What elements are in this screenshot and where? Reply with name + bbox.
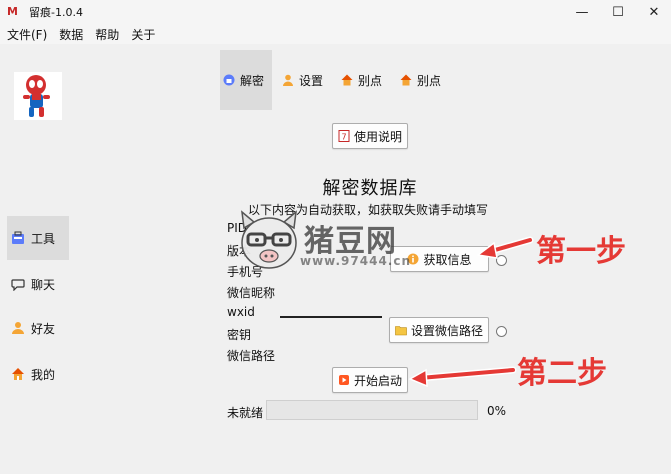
tab-decrypt[interactable]: 解密 [220, 50, 273, 110]
sidebar-item-friends[interactable]: 好友 [7, 306, 69, 350]
field-label-nickname: 微信昵称 [227, 286, 276, 300]
app-logo-icon: M [7, 5, 18, 18]
play-icon [338, 375, 349, 385]
watermark-url: www.97444.cn [300, 254, 412, 268]
close-button[interactable]: ✕ [637, 0, 671, 24]
tab-label: 别点 [358, 73, 383, 88]
folder-icon [395, 326, 407, 336]
watermark: 猪豆网 www.97444.cn [236, 208, 436, 278]
window-title: 留痕-1.0.4 [29, 6, 83, 19]
person-icon [283, 74, 294, 86]
progress-percent: 0% [487, 404, 507, 418]
menu-bar: 文件(F) 数据 帮助 关于 [0, 24, 671, 44]
sidebar-item-label: 聊天 [31, 277, 56, 292]
field-label-key: 密钥 [227, 328, 252, 342]
button-label: 使用说明 [353, 129, 402, 144]
step2-annotation: 第二步 [517, 356, 607, 391]
sidebar-item-tools[interactable]: 工具 [7, 216, 69, 260]
tab-label: 设置 [299, 73, 324, 88]
spiderman-avatar[interactable] [14, 72, 62, 120]
wxid-value-underline [280, 316, 382, 318]
field-label-wechat-path: 微信路径 [227, 349, 276, 363]
page-title: 解密数据库 [322, 178, 418, 199]
tab-label: 别点 [417, 73, 442, 88]
unlock-icon [223, 74, 235, 86]
step1-annotation: 第一步 [536, 234, 626, 269]
get-info-status-radio[interactable] [496, 255, 507, 266]
home-icon [12, 368, 24, 380]
tab-label: 解密 [240, 73, 265, 88]
house-icon [400, 74, 412, 86]
chat-bubble-icon [11, 279, 25, 291]
maximize-button[interactable]: ☐ [601, 0, 635, 24]
progress-bar [266, 400, 478, 420]
sidebar-item-label: 我的 [31, 367, 56, 382]
sidebar-item-mine[interactable]: 我的 [7, 352, 69, 396]
field-label-wxid: wxid [227, 305, 255, 319]
menu-file[interactable]: 文件(F) [0, 26, 53, 43]
person-icon [12, 322, 24, 334]
pig-logo-icon [241, 210, 297, 269]
manual-icon: 7 [338, 130, 350, 142]
button-label: 设置微信路径 [410, 323, 483, 338]
set-path-status-radio[interactable] [496, 326, 507, 337]
tab-bar: 解密 设置 别点 别点 [220, 50, 449, 110]
menu-help[interactable]: 帮助 [89, 26, 125, 43]
menu-about[interactable]: 关于 [125, 26, 161, 43]
status-text: 未就绪 [227, 406, 264, 420]
sidebar-item-chat[interactable]: 聊天 [7, 262, 69, 306]
tab-dont-click-2[interactable]: 别点 [390, 50, 449, 110]
house-icon [341, 74, 353, 86]
button-label: 开始启动 [353, 373, 402, 388]
sidebar-item-label: 工具 [31, 231, 56, 246]
title-bar: M 留痕-1.0.4 — ☐ ✕ [0, 0, 671, 24]
sidebar-item-label: 好友 [31, 321, 56, 336]
sidebar: 工具 聊天 好友 我的 [0, 44, 70, 474]
step2-arrow [408, 366, 517, 388]
tab-settings[interactable]: 设置 [272, 50, 331, 110]
tab-dont-click-1[interactable]: 别点 [331, 50, 390, 110]
instructions-button[interactable]: 7 使用说明 [332, 123, 408, 149]
set-wechat-path-button[interactable]: 设置微信路径 [389, 317, 489, 343]
toolbox-icon [12, 231, 24, 244]
svg-text:7: 7 [341, 133, 346, 142]
start-button[interactable]: 开始启动 [332, 367, 408, 393]
minimize-button[interactable]: — [565, 0, 599, 24]
menu-data[interactable]: 数据 [53, 26, 89, 43]
